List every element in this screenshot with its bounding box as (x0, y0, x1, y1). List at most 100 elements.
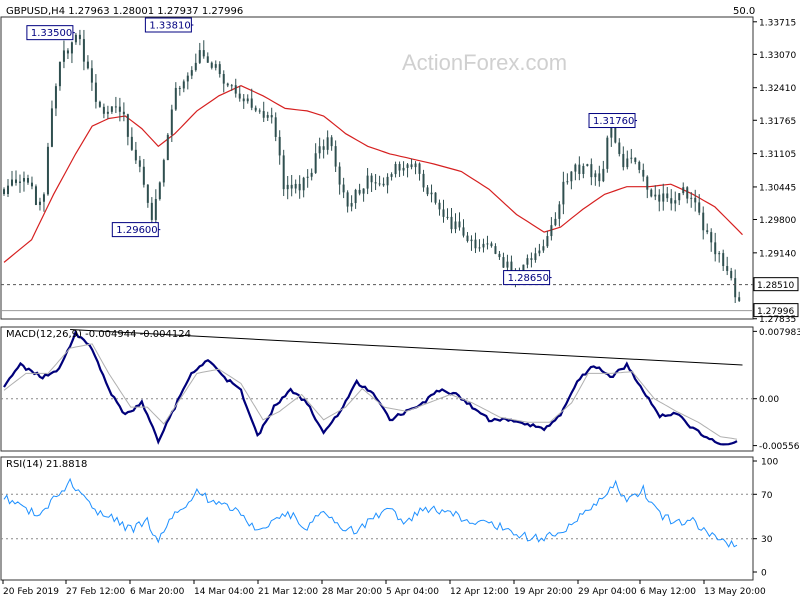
candle-body (738, 297, 741, 301)
price-tick-label: 1.31105 (759, 150, 796, 160)
candle-body (450, 216, 453, 230)
candle-body (538, 250, 541, 254)
candle-body (530, 258, 533, 260)
corner-value: 50.0 (733, 6, 755, 17)
candle-body (502, 257, 505, 268)
candle-body (658, 194, 661, 202)
price-tick-label: 1.31765 (759, 117, 796, 127)
candle-body (266, 115, 269, 118)
candle-body (642, 169, 645, 177)
candle-body (38, 201, 41, 205)
candle-body (22, 178, 25, 182)
candle-body (674, 200, 677, 204)
candle-body (358, 189, 361, 194)
candle-body (66, 50, 69, 54)
candle-body (330, 137, 333, 147)
candle-body (310, 172, 313, 177)
candle-body (366, 175, 369, 189)
candle-body (362, 188, 365, 194)
macd-title: MACD(12,26,9) -0.004944 -0.004124 (6, 329, 191, 340)
candle-body (534, 253, 537, 260)
candle-body (650, 189, 653, 197)
candle-body (142, 166, 145, 185)
candle-body (402, 167, 405, 171)
candle-body (590, 164, 593, 178)
candle-body (558, 204, 561, 219)
candle-body (566, 181, 569, 183)
candle-body (50, 108, 53, 147)
candle-body (474, 239, 477, 249)
candle-body (134, 149, 137, 161)
candle-body (94, 82, 97, 102)
candle-body (150, 202, 153, 220)
candle-body (62, 50, 65, 62)
time-tick-label: 5 Apr 04:00 (386, 587, 439, 597)
candle-body (54, 86, 57, 109)
candle-body (406, 164, 409, 168)
candle-body (598, 173, 601, 182)
price-tick-label: 1.33715 (759, 18, 796, 28)
candle-body (122, 111, 125, 115)
candle-body (686, 187, 689, 199)
candle-body (342, 184, 345, 193)
candle-body (194, 62, 197, 71)
candle-body (374, 182, 377, 184)
candle-body (154, 199, 157, 220)
candle-body (106, 111, 109, 114)
candle-body (294, 183, 297, 189)
candle-body (346, 192, 349, 207)
candle-body (562, 181, 565, 205)
rsi-tick-label: 100 (761, 458, 778, 468)
candle-body (494, 246, 497, 254)
candle-body (158, 182, 161, 200)
candle-body (110, 106, 113, 112)
candlestick-layer (3, 29, 741, 304)
candle-body (126, 114, 129, 137)
candle-body (242, 98, 245, 102)
candle-body (690, 197, 693, 199)
time-tick-label: 6 Mar 20:00 (130, 587, 185, 597)
candle-body (354, 189, 357, 204)
candle-body (166, 134, 169, 161)
price-tick-label: 1.33070 (759, 51, 796, 61)
candle-body (602, 168, 605, 182)
candle-body (446, 216, 449, 218)
candle-body (622, 153, 625, 168)
macd-line (3, 329, 738, 446)
rsi-panel-frame (0, 456, 754, 581)
candle-body (550, 225, 553, 237)
candle-body (186, 75, 189, 82)
rsi-tick-label: 70 (761, 491, 773, 501)
candle-body (698, 202, 701, 213)
candle-body (234, 85, 237, 94)
candle-body (506, 261, 509, 268)
candle-body (726, 266, 729, 271)
candle-body (102, 106, 105, 114)
callout-label: 1.33810 (149, 21, 190, 32)
time-tick-label: 29 Apr 04:00 (578, 587, 637, 597)
rsi-tick-label: 30 (761, 535, 773, 545)
candle-body (238, 93, 241, 99)
candle-body (334, 146, 337, 167)
candle-body (634, 157, 637, 162)
candle-body (70, 42, 73, 54)
candle-body (318, 146, 321, 154)
candle-body (470, 239, 473, 242)
rsi-panel (1, 477, 753, 548)
candle-body (90, 68, 93, 83)
candle-body (478, 247, 481, 249)
candle-body (3, 189, 5, 195)
price-tick-label: 1.29800 (759, 216, 796, 226)
callout-label: 1.33500 (31, 28, 72, 39)
candle-body (246, 98, 249, 102)
candle-body (442, 209, 445, 217)
candle-body (382, 183, 385, 186)
candle-body (146, 184, 149, 203)
candle-body (582, 165, 585, 174)
candle-body (490, 243, 493, 247)
candle-body (250, 98, 253, 108)
candle-body (498, 253, 501, 258)
price-tick-label: 1.29140 (759, 249, 796, 259)
watermark: ActionForex.com (402, 50, 567, 75)
candle-body (286, 184, 289, 190)
